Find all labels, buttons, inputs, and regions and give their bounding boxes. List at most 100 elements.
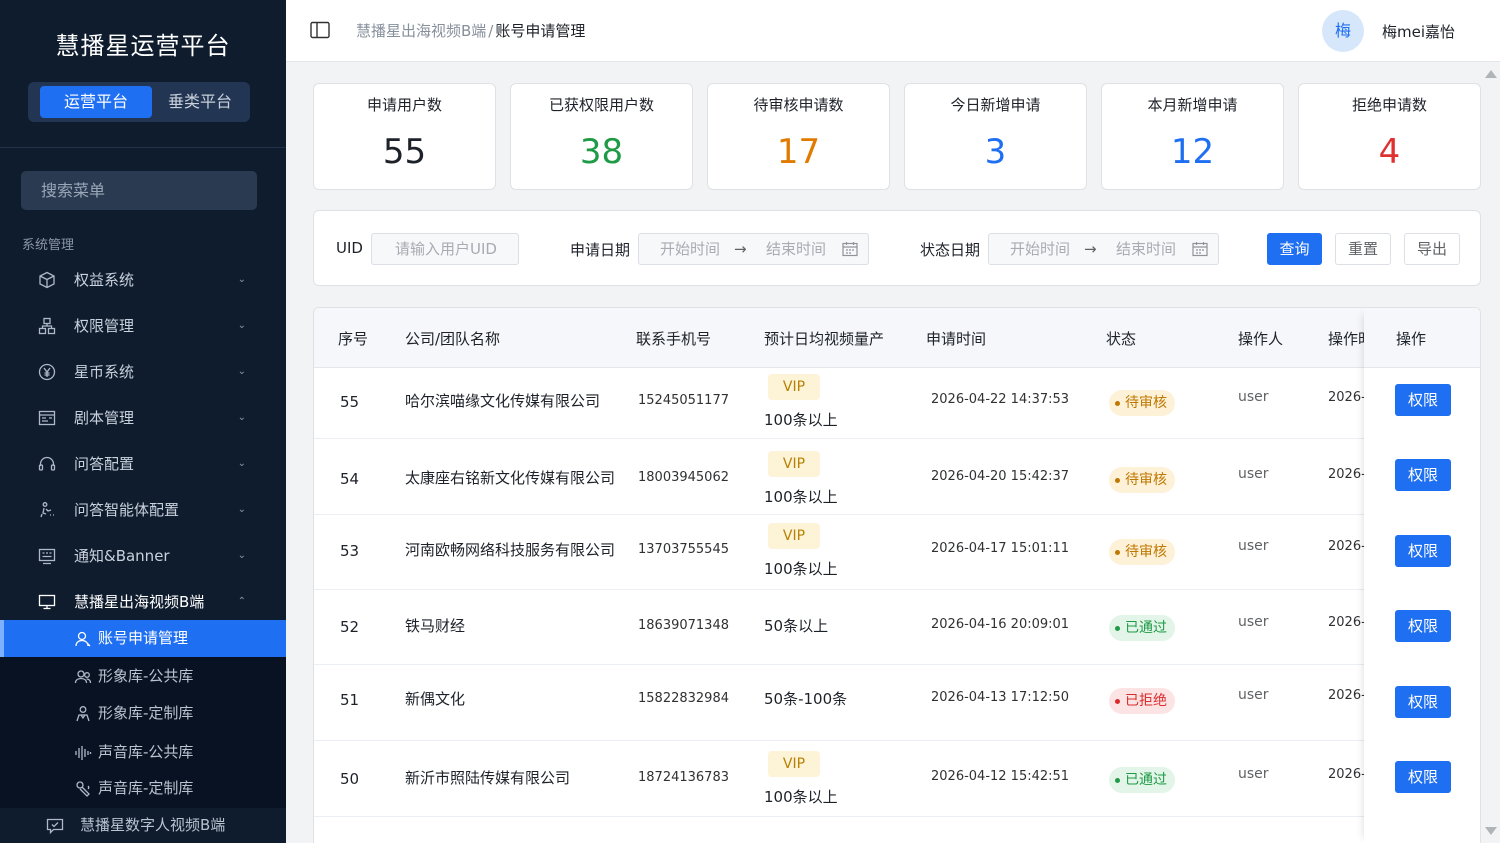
avatar[interactable]: 梅 <box>1322 10 1364 52</box>
uid-input[interactable]: 请输入用户UID <box>371 233 519 265</box>
chevron-down-icon: ⌄ <box>237 550 246 561</box>
cell-phone: 18724136783 <box>638 770 729 785</box>
sidebar-subitem-label: 声音库-公共库 <box>98 743 194 761</box>
chevron-down-icon: ⌄ <box>237 320 246 331</box>
permission-button[interactable]: 权限 <box>1395 384 1451 416</box>
search-menu-input[interactable]: 搜索菜单 <box>21 171 257 210</box>
sidebar-item-label: 慧播星数字人视频B端 <box>80 816 226 834</box>
permission-button[interactable]: 权限 <box>1395 686 1451 718</box>
cell-no: 52 <box>340 618 360 636</box>
col-no: 序号 <box>338 330 369 348</box>
cell-volume: 50条-100条 <box>764 690 848 708</box>
permission-button[interactable]: 权限 <box>1395 459 1451 491</box>
sidebar-item-digital-human-b[interactable]: 慧播星数字人视频B端 <box>0 808 286 843</box>
col-status: 状态 <box>1106 330 1137 348</box>
tab-ops-platform[interactable]: 运营平台 <box>40 86 152 118</box>
status-date-label: 状态日期 <box>920 241 981 259</box>
sidebar-subitem-label: 账号申请管理 <box>98 629 189 647</box>
sidebar-toggle-icon[interactable] <box>310 21 330 39</box>
cell-phone: 15245051177 <box>638 393 729 408</box>
sidebar-item-qa-config[interactable]: 问答配置 ⌄ <box>0 441 286 487</box>
table-row-partial <box>314 817 1480 843</box>
sidebar-subitem-label: 形象库-公共库 <box>98 667 194 685</box>
cell-operator: user <box>1238 766 1269 782</box>
sidebar-subitem-avatar-public[interactable]: 形象库-公共库 <box>0 658 286 695</box>
cell-apply-time: 2026-04-13 17:12:50 <box>931 690 1070 705</box>
cell-volume: 100条以上 <box>764 560 838 578</box>
username[interactable]: 梅mei嘉怡 <box>1382 21 1455 42</box>
sidebar-item-scripts[interactable]: 剧本管理 ⌄ <box>0 395 286 441</box>
yen-coin-icon <box>38 363 56 381</box>
sidebar-subitem-voice-public[interactable]: 声音库-公共库 <box>0 734 286 771</box>
sidebar-subitem-account-apply[interactable]: 账号申请管理 <box>0 620 286 657</box>
apply-date-range[interactable]: 开始时间 → 结束时间 <box>638 233 869 265</box>
status-badge: 已通过 <box>1109 767 1175 793</box>
cell-volume: 100条以上 <box>764 411 838 429</box>
sidebar-subitem-avatar-custom[interactable]: 形象库-定制库 <box>0 695 286 732</box>
stat-value: 38 <box>579 132 624 172</box>
stat-label: 今日新增申请 <box>950 96 1041 114</box>
chevron-down-icon: ⌄ <box>237 274 246 285</box>
cell-company: 哈尔滨喵缘文化传媒有限公司 <box>405 392 601 410</box>
stat-value: 4 <box>1378 132 1401 172</box>
cell-company: 新沂市照陆传媒有限公司 <box>405 769 571 787</box>
apply-date-label: 申请日期 <box>570 241 631 259</box>
permission-button[interactable]: 权限 <box>1395 610 1451 642</box>
permission-button[interactable]: 权限 <box>1395 535 1451 567</box>
cell-operator: user <box>1238 687 1269 703</box>
reset-button[interactable]: 重置 <box>1335 233 1391 265</box>
stat-value: 12 <box>1170 132 1215 172</box>
cell-operator: user <box>1238 538 1269 554</box>
status-badge: 待审核 <box>1109 390 1175 416</box>
cell-phone: 13703755545 <box>638 542 729 557</box>
page-scrollbar[interactable] <box>1482 62 1500 843</box>
sidebar-item-notice-banner[interactable]: 通知&Banner ⌄ <box>0 533 286 579</box>
col-apply-time: 申请时间 <box>926 330 987 348</box>
submenu: 账号申请管理 形象库-公共库 形象库-定制库 声音库-公共库 声音库-定制库 <box>0 620 286 808</box>
sidebar-item-overseas-video-b[interactable]: 慧播星出海视频B端 ⌃ <box>0 579 286 625</box>
stat-card-applicants: 申请用户数 55 <box>313 83 496 190</box>
tab-vertical-platform[interactable]: 垂类平台 <box>152 86 248 118</box>
stat-card-rejected: 拒绝申请数 4 <box>1298 83 1481 190</box>
scroll-up-arrow-icon[interactable] <box>1485 70 1497 78</box>
cell-volume: 50条以上 <box>764 617 829 635</box>
col-operator: 操作人 <box>1238 330 1284 348</box>
stat-value: 3 <box>984 132 1007 172</box>
stat-value: 55 <box>382 132 427 172</box>
vip-badge: VIP <box>768 523 820 549</box>
sidebar-item-permission[interactable]: 权限管理 ⌄ <box>0 303 286 349</box>
sidebar-item-qa-agent[interactable]: 问答智能体配置 ⌄ <box>0 487 286 533</box>
sidebar-item-rights[interactable]: 权益系统 ⌄ <box>0 257 286 303</box>
cell-op-time: 2026- <box>1328 539 1364 554</box>
table-row: 50 新沂市照陆传媒有限公司 18724136783 VIP 100条以上 20… <box>314 741 1480 817</box>
sidebar-item-label: 权益系统 <box>74 271 135 289</box>
user-icon <box>74 630 92 648</box>
cell-apply-time: 2026-04-20 15:42:37 <box>931 469 1070 484</box>
query-button[interactable]: 查询 <box>1267 233 1322 265</box>
sidebar-item-label: 问答配置 <box>74 455 135 473</box>
sidebar-item-coins[interactable]: 星币系统 ⌄ <box>0 349 286 395</box>
application-table: 序号 公司/团队名称 联系手机号 预计日均视频量产 申请时间 状态 操作人 操作… <box>313 307 1481 843</box>
sidebar-subitem-voice-custom[interactable]: 声音库-定制库 <box>0 770 286 807</box>
status-date-range[interactable]: 开始时间 → 结束时间 <box>988 233 1219 265</box>
permission-button[interactable]: 权限 <box>1395 761 1451 793</box>
status-start-placeholder: 开始时间 <box>1010 240 1071 258</box>
table-row: 55 哈尔滨喵缘文化传媒有限公司 15245051177 VIP 100条以上 … <box>314 368 1480 439</box>
col-company: 公司/团队名称 <box>405 330 501 348</box>
script-board-icon <box>38 409 56 427</box>
breadcrumb-parent[interactable]: 慧播星出海视频B端 <box>356 22 486 40</box>
cell-no: 50 <box>340 770 360 788</box>
top-header: 慧播星出海视频B端 / 账号申请管理 梅 梅mei嘉怡 <box>286 0 1500 62</box>
calendar-icon <box>842 241 858 257</box>
chat-screen-icon <box>46 817 64 835</box>
vip-badge: VIP <box>768 451 820 477</box>
stat-card-month-new: 本月新增申请 12 <box>1101 83 1284 190</box>
export-button[interactable]: 导出 <box>1404 233 1460 265</box>
table-row: 54 太康座右铭新文化传媒有限公司 18003945062 VIP 100条以上… <box>314 439 1480 515</box>
sidebar-item-label: 剧本管理 <box>74 409 135 427</box>
col-op-time: 操作时间 <box>1328 330 1364 348</box>
scroll-down-arrow-icon[interactable] <box>1485 827 1497 835</box>
sidebar-brand <box>0 0 286 148</box>
sidebar-item-label: 问答智能体配置 <box>74 501 180 519</box>
org-tree-icon <box>38 317 56 335</box>
